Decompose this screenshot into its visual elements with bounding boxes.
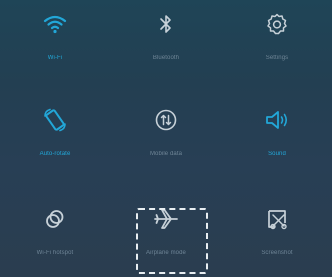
tile-label: Settings: [265, 55, 289, 61]
wifi-icon: [39, 8, 71, 40]
hotspot-icon: [39, 203, 71, 235]
tile-label: Wi-Fi hotspot: [36, 250, 74, 256]
tile-label: Airplane mode: [146, 250, 186, 256]
tile-label: Mobile data: [149, 151, 183, 157]
tile-wifi-hotspot[interactable]: Wi-Fi hotspot: [0, 203, 110, 257]
tile-wifi[interactable]: Wi-Fi: [0, 8, 110, 62]
tile-label: Bluetooth: [152, 55, 180, 61]
mobile-data-icon: [150, 104, 182, 136]
tile-label: Screenshot: [261, 250, 293, 256]
screenshot-icon: [261, 203, 293, 235]
quick-settings-panel: Wi-Fi Bluetooth Settings Auto-rotate Mob…: [0, 0, 332, 277]
tile-sound[interactable]: Sound: [222, 104, 332, 158]
speaker-icon: [261, 104, 293, 136]
tile-label: Sound: [268, 151, 286, 157]
bluetooth-icon: [150, 8, 182, 40]
rotate-icon: [39, 104, 71, 136]
tile-auto-rotate[interactable]: Auto-rotate: [0, 104, 110, 158]
quick-settings-row: Wi-Fi hotspot Airplane mode Screenshot: [0, 203, 332, 257]
airplane-icon: [150, 203, 182, 235]
tile-mobile-data[interactable]: Mobile data: [111, 104, 221, 158]
gear-icon: [261, 8, 293, 40]
tile-label: Wi-Fi: [47, 55, 63, 61]
tile-airplane-mode[interactable]: Airplane mode: [111, 203, 221, 257]
tile-settings[interactable]: Settings: [222, 8, 332, 62]
tile-screenshot[interactable]: Screenshot: [222, 203, 332, 257]
tile-bluetooth[interactable]: Bluetooth: [111, 8, 221, 62]
quick-settings-row: Wi-Fi Bluetooth Settings: [0, 8, 332, 62]
tile-label: Auto-rotate: [39, 151, 71, 157]
quick-settings-row: Auto-rotate Mobile data Sound: [0, 104, 332, 158]
